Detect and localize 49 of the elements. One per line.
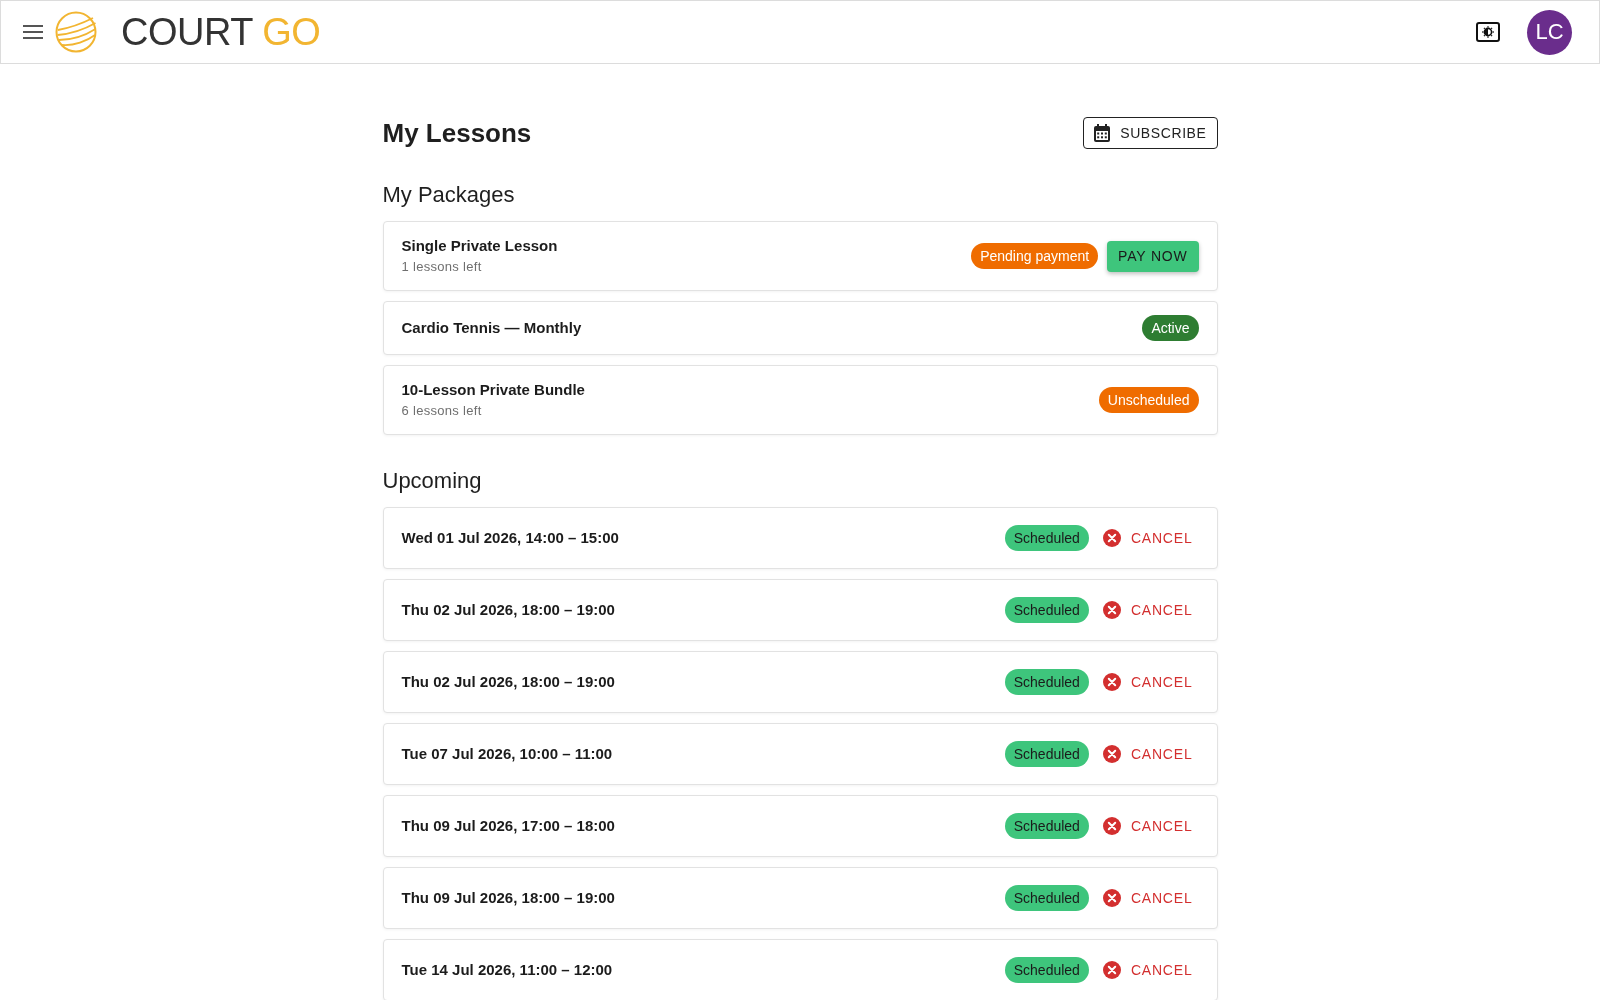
- cancel-button[interactable]: CANCEL: [1096, 521, 1199, 555]
- lesson-datetime: Thu 09 Jul 2026, 17:00 – 18:00: [401, 816, 615, 836]
- cancel-button[interactable]: CANCEL: [1096, 809, 1199, 843]
- package-name: Single Private Lesson: [401, 236, 558, 256]
- subscribe-button[interactable]: SUBSCRIBE: [1083, 117, 1218, 149]
- brand-wordmark: COURT GO: [121, 10, 321, 54]
- page-title: My Lessons: [382, 117, 532, 149]
- cancel-circle-icon: [1102, 961, 1121, 979]
- status-badge: Pending payment: [971, 243, 1099, 269]
- lesson-datetime: Thu 02 Jul 2026, 18:00 – 19:00: [401, 600, 615, 620]
- lesson-datetime: Tue 14 Jul 2026, 11:00 – 12:00: [401, 960, 613, 980]
- pay-now-button[interactable]: PAY NOW: [1107, 240, 1199, 272]
- status-badge: Scheduled: [1004, 525, 1089, 551]
- status-badge: Scheduled: [1004, 741, 1089, 767]
- status-badge: Scheduled: [1004, 669, 1089, 695]
- package-name: Cardio Tennis — Monthly: [401, 318, 582, 338]
- status-badge: Scheduled: [1004, 813, 1089, 839]
- cancel-button[interactable]: CANCEL: [1096, 953, 1199, 987]
- lesson-datetime: Wed 01 Jul 2026, 14:00 – 15:00: [401, 528, 619, 548]
- lesson-datetime: Thu 09 Jul 2026, 18:00 – 19:00: [401, 888, 615, 908]
- lesson-datetime: Tue 07 Jul 2026, 10:00 – 11:00: [401, 744, 613, 764]
- status-badge: Unscheduled: [1098, 387, 1199, 413]
- section-heading: Upcoming: [382, 467, 483, 495]
- menu-icon: [23, 25, 43, 39]
- calendar-icon: [1094, 124, 1111, 142]
- status-badge: Active: [1142, 315, 1199, 341]
- cancel-circle-icon: [1102, 889, 1121, 907]
- menu-button[interactable]: [21, 22, 45, 42]
- lessons-left-text: 1 lessons left: [401, 258, 483, 276]
- status-badge: Scheduled: [1004, 957, 1089, 983]
- cancel-circle-icon: [1102, 673, 1121, 691]
- status-badge: Scheduled: [1004, 885, 1089, 911]
- user-avatar[interactable]: LC: [1527, 9, 1572, 55]
- cancel-circle-icon: [1102, 529, 1121, 547]
- theme-toggle-button[interactable]: [1476, 22, 1500, 42]
- striped-ball-logo-icon: [55, 11, 97, 53]
- cancel-circle-icon: [1102, 745, 1121, 763]
- cancel-circle-icon: [1102, 817, 1121, 835]
- package-name: 10-Lesson Private Bundle: [401, 380, 585, 400]
- brightness-icon: [1476, 22, 1500, 42]
- cancel-circle-icon: [1102, 601, 1121, 619]
- section-heading: My Packages: [382, 181, 516, 209]
- lessons-left-text: 6 lessons left: [401, 402, 483, 420]
- lesson-datetime: Thu 02 Jul 2026, 18:00 – 19:00: [401, 672, 615, 692]
- cancel-button[interactable]: CANCEL: [1096, 881, 1199, 915]
- cancel-button[interactable]: CANCEL: [1096, 665, 1199, 699]
- cancel-button[interactable]: CANCEL: [1096, 737, 1199, 771]
- status-badge: Scheduled: [1004, 597, 1089, 623]
- cancel-button[interactable]: CANCEL: [1096, 593, 1199, 627]
